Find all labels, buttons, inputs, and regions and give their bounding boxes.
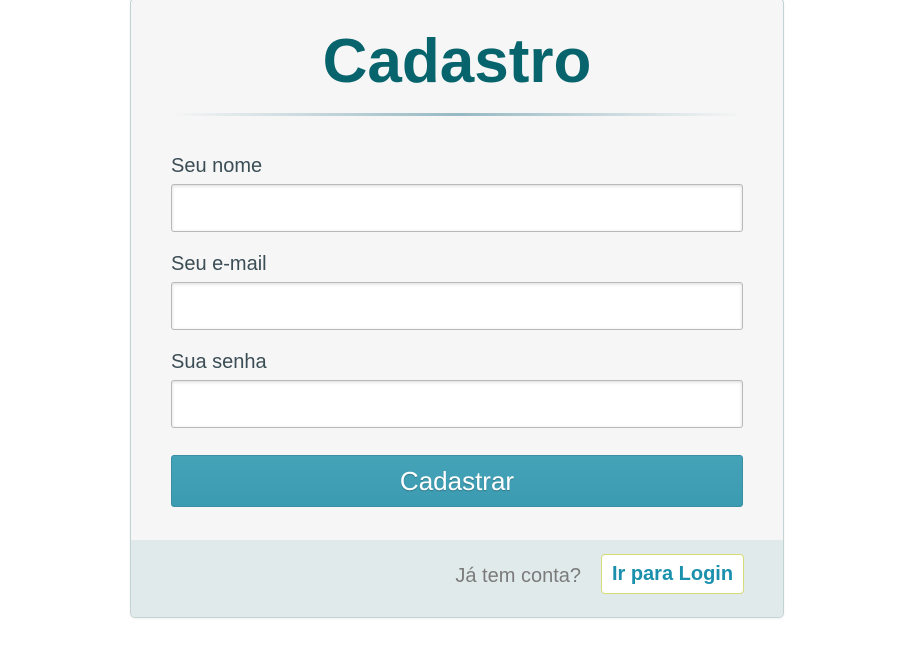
signup-button[interactable]: Cadastrar [171,455,743,507]
title-divider [171,113,743,116]
name-input[interactable] [171,184,743,232]
signup-card: Cadastro Seu nome Seu e-mail Sua senha C… [130,0,784,618]
go-to-login-link[interactable]: Ir para Login [601,554,744,594]
password-input[interactable] [171,380,743,428]
name-label: Seu nome [171,155,263,177]
has-account-text: Já tem conta? [455,565,581,587]
email-label: Seu e-mail [171,253,267,275]
page-title: Cadastro [322,27,592,96]
card-footer: Já tem conta? Ir para Login [131,540,783,617]
password-label: Sua senha [171,351,267,373]
email-input[interactable] [171,282,743,330]
